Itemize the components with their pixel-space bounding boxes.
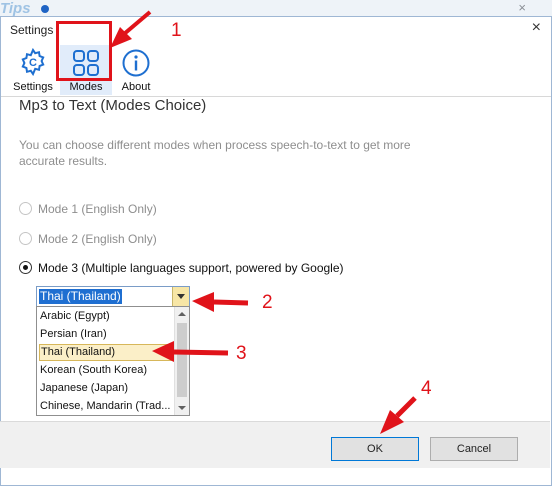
arrow-4-shaft	[395, 396, 417, 418]
annotation-marker-1: 1	[171, 20, 182, 41]
arrow-2-shaft	[213, 299, 249, 306]
annotation-marker-2: 2	[262, 292, 273, 313]
arrow-3-shaft	[173, 349, 229, 356]
arrow-3-head	[152, 341, 174, 362]
arrow-1-shaft	[122, 10, 152, 36]
annotation-marker-4: 4	[421, 378, 432, 399]
annotation-marker-3: 3	[236, 343, 247, 364]
arrow-2-head	[192, 292, 214, 312]
annotation-arrows	[110, 10, 417, 434]
